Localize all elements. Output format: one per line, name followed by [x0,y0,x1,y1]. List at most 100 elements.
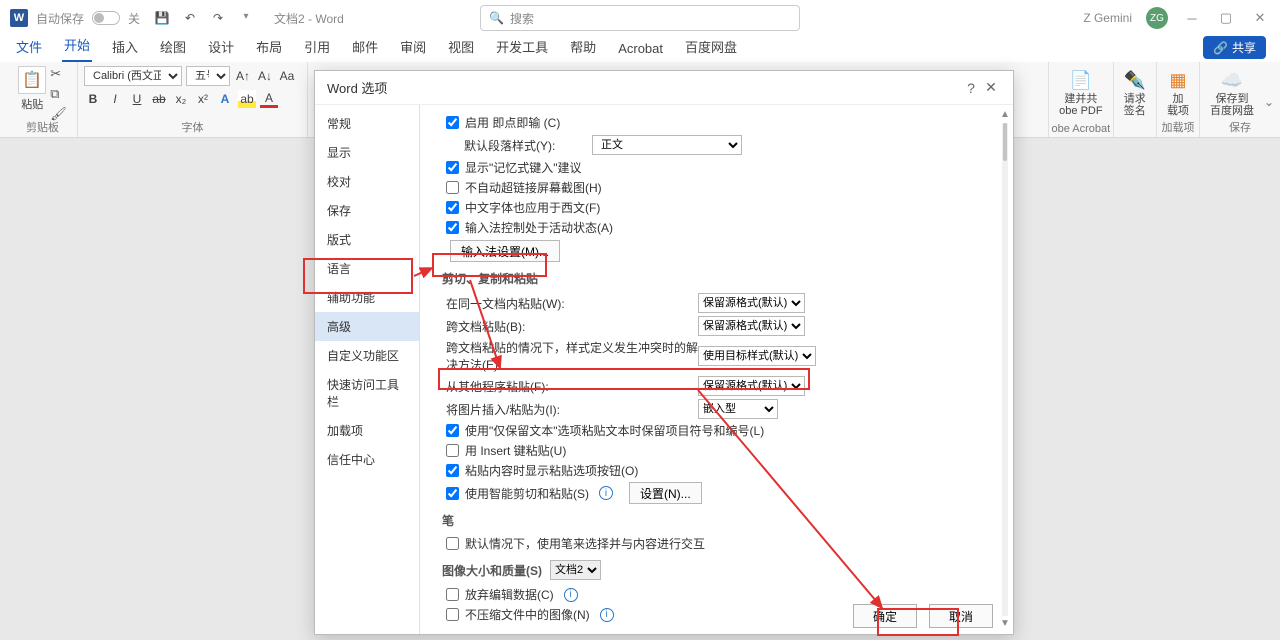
bold-icon[interactable]: B [84,90,102,108]
scroll-up-icon[interactable]: ▲ [999,109,1011,121]
lbl-insertkey-paste: 用 Insert 键粘贴(U) [465,442,566,459]
tab-review[interactable]: 审阅 [398,33,428,62]
nav-display[interactable]: 显示 [315,138,419,167]
info-icon[interactable]: i [600,608,614,622]
chk-pen-default[interactable] [446,537,459,550]
section-pen: 笔 [442,512,995,529]
sel-paste-samedoc[interactable]: 保留源格式(默认) [698,293,805,313]
request-sign-button[interactable]: ✒️ 请求签名 [1113,62,1156,137]
change-case-icon[interactable]: Aa [278,67,296,85]
nav-advanced[interactable]: 高级 [315,312,419,341]
dialog-close-icon[interactable]: ✕ [981,79,1001,96]
tab-help[interactable]: 帮助 [568,33,598,62]
chk-insertkey-paste[interactable] [446,444,459,457]
addins-button[interactable]: ▦ 加载项 加载项 [1156,62,1199,137]
share-button[interactable]: 🔗共享 [1203,36,1266,59]
dialog-scrollbar[interactable]: ▲ ▼ [999,109,1011,630]
tab-mailings[interactable]: 邮件 [350,33,380,62]
paste-label: 粘贴 [21,96,43,112]
info-icon[interactable]: i [564,588,578,602]
user-avatar[interactable]: ZG [1146,7,1168,29]
chk-ime-active[interactable] [446,221,459,234]
chk-enable-clicktype[interactable] [446,116,459,129]
dialog-title: Word 选项 [327,78,387,97]
btn-ime-settings[interactable]: 输入法设置(M)... [450,240,560,262]
chk-keep-bullets[interactable] [446,424,459,437]
dialog-help-icon[interactable]: ? [961,80,981,96]
highlight-icon[interactable]: ab [238,90,256,108]
superscript-icon[interactable]: x² [194,90,212,108]
ribbon-collapse-icon[interactable]: ⌄ [1264,95,1274,109]
clipboard-group-label: 剪贴板 [8,119,77,135]
sel-paste-otherapp[interactable]: 保留源格式(默认) [698,376,805,396]
chk-discard-editdata[interactable] [446,588,459,601]
tab-developer[interactable]: 开发工具 [494,33,550,62]
increase-font-icon[interactable]: A↑ [234,67,252,85]
tab-baidu[interactable]: 百度网盘 [683,33,739,62]
chk-cjk-westernfont[interactable] [446,201,459,214]
decrease-font-icon[interactable]: A↓ [256,67,274,85]
tab-file[interactable]: 文件 [14,33,44,62]
nav-accessibility[interactable]: 辅助功能 [315,283,419,312]
chk-smart-cut-paste[interactable] [446,487,459,500]
strike-icon[interactable]: ab [150,90,168,108]
tab-insert[interactable]: 插入 [110,33,140,62]
nav-quick-access[interactable]: 快速访问工具栏 [315,370,419,416]
qat-more-icon[interactable]: ▾ [238,11,254,25]
word-logo-icon: W [10,9,28,27]
sel-image-target[interactable]: 文档2 [550,560,601,580]
underline-icon[interactable]: U [128,90,146,108]
nav-trust[interactable]: 信任中心 [315,445,419,474]
cancel-button[interactable]: 取消 [929,604,993,628]
ok-button[interactable]: 确定 [853,604,917,628]
font-group: Calibri (西文正文) 五号 A↑ A↓ Aa B I U ab x₂ x… [78,62,308,137]
nav-language[interactable]: 语言 [315,254,419,283]
dialog-scroll-area[interactable]: 启用 即点即输 (C) 默认段落样式(Y): 正文 显示"记忆式键入"建议 不自… [420,105,999,634]
sel-paste-conflict[interactable]: 使用目标样式(默认) [698,346,816,366]
acrobat-group-label: obe Acrobat [1049,123,1112,135]
nav-save[interactable]: 保存 [315,196,419,225]
subscript-icon[interactable]: x₂ [172,90,190,108]
chk-show-paste-options[interactable] [446,464,459,477]
copy-icon[interactable]: ⧉ [50,86,67,102]
save-icon[interactable]: 💾 [154,11,170,25]
sel-paste-crossdoc[interactable]: 保留源格式(默认) [698,316,805,336]
scroll-thumb[interactable] [1003,123,1007,161]
text-effects-icon[interactable]: A [216,90,234,108]
autosave-toggle[interactable]: 自动保存 关 [36,10,140,27]
sel-default-para[interactable]: 正文 [592,135,742,155]
font-size-select[interactable]: 五号 [186,66,230,86]
tab-references[interactable]: 引用 [302,33,332,62]
nav-general[interactable]: 常规 [315,109,419,138]
chk-show-autosuggest[interactable] [446,161,459,174]
search-box[interactable]: 🔍 搜索 [480,5,800,31]
tab-view[interactable]: 视图 [446,33,476,62]
nav-typography[interactable]: 版式 [315,225,419,254]
create-pdf-button[interactable]: 📄 建并共obe PDF obe Acrobat [1048,62,1112,137]
info-icon[interactable]: i [599,486,613,500]
tab-draw[interactable]: 绘图 [158,33,188,62]
redo-icon[interactable]: ↷ [210,11,226,25]
close-button[interactable]: ✕ [1250,10,1270,26]
font-name-select[interactable]: Calibri (西文正文) [84,66,182,86]
chk-no-compress[interactable] [446,608,459,621]
btn-smart-settings[interactable]: 设置(N)... [629,482,702,504]
ribbon-tabs: 文件 开始 插入 绘图 设计 布局 引用 邮件 审阅 视图 开发工具 帮助 Ac… [0,36,1280,62]
cut-icon[interactable]: ✂ [50,66,67,82]
sel-paste-image[interactable]: 嵌入型 [698,399,778,419]
tab-design[interactable]: 设计 [206,33,236,62]
scroll-down-icon[interactable]: ▼ [999,618,1011,630]
font-color-icon[interactable]: A [260,90,278,108]
nav-addins[interactable]: 加载项 [315,416,419,445]
paste-icon[interactable]: 📋 [18,66,46,94]
italic-icon[interactable]: I [106,90,124,108]
maximize-button[interactable]: ▢ [1216,10,1236,26]
nav-proofing[interactable]: 校对 [315,167,419,196]
tab-layout[interactable]: 布局 [254,33,284,62]
tab-acrobat[interactable]: Acrobat [616,37,665,62]
chk-no-autohyperlink[interactable] [446,181,459,194]
undo-icon[interactable]: ↶ [182,11,198,25]
minimize-button[interactable]: ─ [1182,11,1202,26]
nav-customize-ribbon[interactable]: 自定义功能区 [315,341,419,370]
tab-home[interactable]: 开始 [62,31,92,62]
